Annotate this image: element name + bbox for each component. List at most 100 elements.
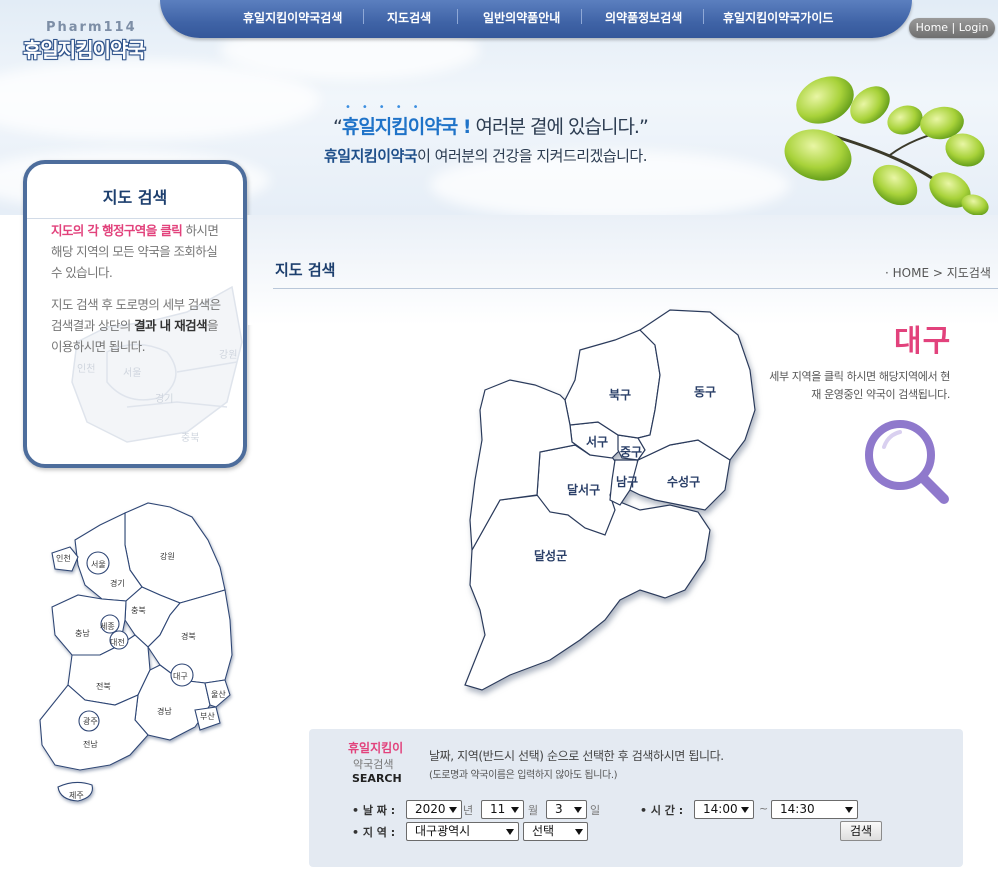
chevron-down-icon <box>741 807 749 813</box>
breadcrumb-home[interactable]: HOME <box>893 266 929 280</box>
time-from-select[interactable]: 14:00 <box>694 800 754 819</box>
nav-medicine-info-search[interactable]: 의약품정보검색 <box>605 9 682 26</box>
magnifier-icon <box>865 420 949 504</box>
korea-label-gyeongbuk[interactable]: 경북 <box>181 631 196 642</box>
panel-title: 지도 검색 <box>102 188 168 207</box>
region-description: 세부 지역을 클릭 하시면 해당지역에서 현재 운영중인 약국이 검색됩니다. <box>769 370 950 401</box>
leaves-illustration <box>784 76 989 215</box>
search-instruction: 날짜, 지역(반드시 선택) 순으로 선택한 후 검색하시면 됩니다. <box>429 749 724 763</box>
region-label: • 지 역 : <box>352 826 396 839</box>
subregion-select[interactable]: 선택 <box>523 822 588 841</box>
chevron-down-icon <box>845 807 853 813</box>
panel-instruction-2-bold: 결과 내 재검색 <box>134 318 208 333</box>
korea-label-ulsan[interactable]: 울산 <box>211 689 226 700</box>
day-select[interactable]: 3 <box>546 800 587 819</box>
korea-label-busan[interactable]: 부산 <box>200 711 215 722</box>
chevron-down-icon <box>574 807 582 813</box>
district-label-seo[interactable]: 서구 <box>586 433 608 450</box>
logo[interactable]: 휴일지킴이약국 <box>23 34 146 63</box>
chevron-down-icon <box>575 829 583 835</box>
search-button[interactable]: 검색 <box>840 821 882 841</box>
daegu-district-map <box>464 309 756 691</box>
day-unit: 일 <box>590 804 601 817</box>
login-link[interactable]: Login <box>959 21 989 34</box>
year-value: 2020 <box>415 802 446 816</box>
nav-separator <box>581 9 582 24</box>
breadcrumb: · HOME > 지도검색 <box>885 264 991 281</box>
panel-instruction-highlight: 지도의 각 행정구역을 클릭 <box>51 223 183 238</box>
korea-label-jeonnam[interactable]: 전남 <box>83 739 98 750</box>
panel-bg-label-chungbuk: 충북 <box>181 433 200 444</box>
panel-instruction-1: 지도의 각 행정구역을 클릭 하시면 해당 지역의 모든 약국을 조회하실 수 … <box>51 220 231 283</box>
nav-holiday-pharmacy-search[interactable]: 휴일지킴이약국검색 <box>243 9 342 26</box>
logo-subtitle: Pharm114 <box>46 20 137 35</box>
nav-otc-medicine-guide[interactable]: 일반의약품안내 <box>483 9 560 26</box>
korea-label-daejeon[interactable]: 대전 <box>110 637 125 648</box>
korea-label-gangwon[interactable]: 강원 <box>160 551 175 562</box>
nav-separator <box>457 9 458 24</box>
region-select[interactable]: 대구광역시 <box>406 822 519 841</box>
korea-label-gyeongnam[interactable]: 경남 <box>157 706 172 717</box>
search-instruction-note: (도로명과 약국이름은 입력하지 않아도 됩니다.) <box>429 770 618 781</box>
chevron-down-icon <box>449 807 457 813</box>
district-label-buk[interactable]: 북구 <box>609 386 631 403</box>
korea-label-chungbuk[interactable]: 충북 <box>131 605 146 616</box>
slogan-line-2-rest: 이 여러분의 건강을 지켜드리겠습니다. <box>417 147 647 165</box>
year-select[interactable]: 2020 <box>406 800 462 819</box>
region-name: 대구 <box>894 324 952 359</box>
korea-label-daegu[interactable]: 대구 <box>173 671 188 682</box>
panel-instruction-2: 지도 검색 후 도로명의 세부 검색은 검색결과 상단의 결과 내 재검색을 이… <box>51 294 231 357</box>
map-search-info-panel: 인천 서울 강원 경기 충북 지도 검색 지도의 각 행정구역을 클릭 하시면 … <box>23 160 247 468</box>
home-link[interactable]: Home <box>916 21 948 34</box>
district-label-dong[interactable]: 동구 <box>694 383 716 400</box>
korea-label-gyeonggi[interactable]: 경기 <box>110 578 125 589</box>
breadcrumb-bullet: · <box>885 266 893 280</box>
korea-label-gwangju[interactable]: 광주 <box>83 716 98 727</box>
korea-province-map <box>39 502 233 802</box>
district-label-nam[interactable]: 남구 <box>616 473 638 490</box>
date-label: • 날 짜 : <box>352 804 396 817</box>
month-unit: 월 <box>528 804 539 817</box>
panel-bg-label-gyeonggi: 경기 <box>155 394 174 405</box>
month-select[interactable]: 11 <box>481 800 524 819</box>
page-title: 지도 검색 <box>275 261 336 279</box>
home-login-separator: | <box>951 21 959 34</box>
korea-label-jeonbuk[interactable]: 전북 <box>96 681 111 692</box>
district-buk[interactable] <box>564 329 661 439</box>
time-label: • 시 간 : <box>640 804 684 817</box>
nav-separator <box>363 9 364 24</box>
district-label-dalseo[interactable]: 달서구 <box>567 481 600 498</box>
slogan-highlight: 휴일지킴이약국 ! <box>341 116 472 138</box>
district-label-suseong[interactable]: 수성구 <box>667 473 700 490</box>
district-label-jung[interactable]: 중구 <box>620 443 642 460</box>
top-navigation: 휴일지킴이약국검색 지도검색 일반의약품안내 의약품정보검색 휴일지킴이약국가이… <box>160 0 912 38</box>
slogan-open-quote: “ <box>333 116 343 138</box>
year-unit: 년 <box>463 804 474 817</box>
panel-bg-label-seoul: 서울 <box>123 368 142 379</box>
slogan-line-2-highlight: 휴일지킴이약국 <box>324 147 418 165</box>
title-divider <box>273 288 998 289</box>
search-brand-line-3: SEARCH <box>352 772 402 785</box>
breadcrumb-current: 지도검색 <box>946 266 991 280</box>
slogan-line-2: 휴일지킴이약국이 여러분의 건강을 지켜드리겠습니다. <box>324 145 647 166</box>
search-brand-line-2: 약국검색 <box>353 758 394 771</box>
month-value: 11 <box>490 802 506 816</box>
slogan-line-1: “휴일지킴이약국 ! 여러분 곁에 있습니다.” <box>333 112 649 139</box>
district-label-dalseong[interactable]: 달성군 <box>534 547 567 564</box>
panel-divider <box>27 218 243 219</box>
time-separator: ~ <box>759 802 769 815</box>
korea-label-incheon[interactable]: 인천 <box>56 553 71 564</box>
panel-bg-label-incheon: 인천 <box>77 364 96 375</box>
nav-map-search[interactable]: 지도검색 <box>387 9 431 26</box>
home-login-pill: Home | Login <box>909 18 995 38</box>
korea-label-seoul[interactable]: 서울 <box>91 559 106 570</box>
korea-label-chungnam[interactable]: 충남 <box>75 628 90 639</box>
time-to-select[interactable]: 14:30 <box>771 800 858 819</box>
nav-pharmacy-guide[interactable]: 휴일지킴이약국가이드 <box>723 9 833 26</box>
time-to-value: 14:30 <box>780 802 815 816</box>
region-value: 대구광역시 <box>415 824 471 838</box>
search-brand-line-1: 휴일지킴이 <box>348 741 404 755</box>
chevron-down-icon <box>506 829 514 835</box>
korea-label-sejong[interactable]: 세종 <box>100 621 115 632</box>
korea-label-jeju[interactable]: 제주 <box>69 790 84 801</box>
